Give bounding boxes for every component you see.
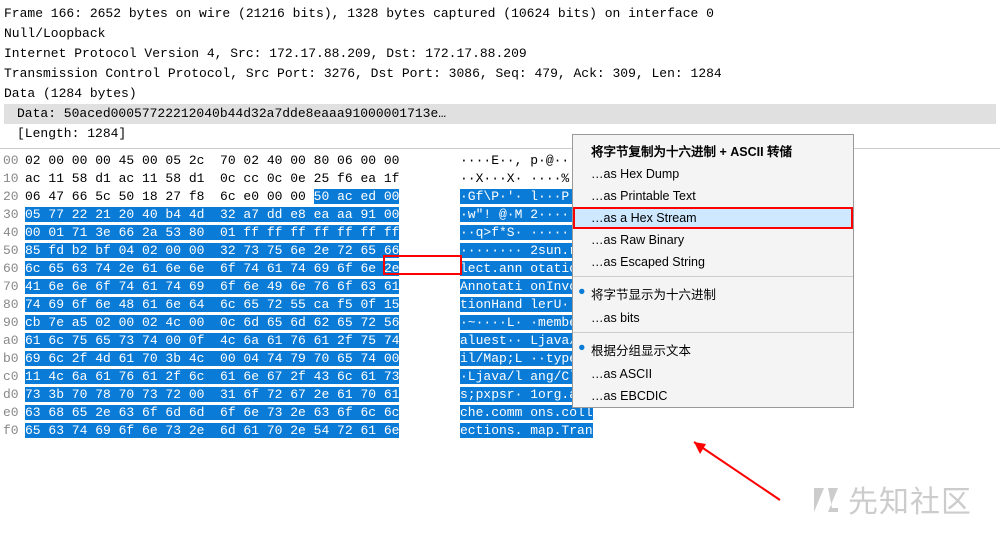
menu-hex-dump[interactable]: …as Hex Dump: [573, 163, 853, 185]
hex-offset: 40: [3, 224, 25, 242]
hex-offset: 10: [3, 170, 25, 188]
menu-section-show-hex[interactable]: ●将字节显示为十六进制: [573, 280, 853, 307]
hex-bytes: 69 6c 2f 4d 61 70 3b 4c 00 04 74 79 70 6…: [25, 350, 460, 368]
hex-ascii: ections. map.Tran: [460, 422, 593, 440]
menu-as-ascii[interactable]: …as ASCII: [573, 363, 853, 385]
hex-bytes: 00 01 71 3e 66 2a 53 80 01 ff ff ff ff f…: [25, 224, 460, 242]
hex-offset: 90: [3, 314, 25, 332]
hex-bytes: cb 7e a5 02 00 02 4c 00 0c 6d 65 6d 62 6…: [25, 314, 460, 332]
radio-bullet-icon: ●: [578, 284, 586, 298]
hex-offset: a0: [3, 332, 25, 350]
hex-bytes: 63 68 65 2e 63 6f 6d 6d 6f 6e 73 2e 63 6…: [25, 404, 460, 422]
hex-offset: d0: [3, 386, 25, 404]
menu-as-bits[interactable]: …as bits: [573, 307, 853, 329]
watermark-logo-icon: [810, 484, 842, 524]
hex-offset: c0: [3, 368, 25, 386]
watermark: 先知社区: [810, 477, 972, 524]
tree-tcp[interactable]: Transmission Control Protocol, Src Port:…: [4, 64, 996, 84]
radio-bullet-icon: ●: [578, 340, 586, 354]
hex-offset: 50: [3, 242, 25, 260]
hex-offset: 80: [3, 296, 25, 314]
hex-bytes: 06 47 66 5c 50 18 27 f8 6c e0 00 00 50 a…: [25, 188, 460, 206]
menu-escaped-string[interactable]: …as Escaped String: [573, 251, 853, 273]
hex-bytes: 41 6e 6e 6f 74 61 74 69 6f 6e 49 6e 76 6…: [25, 278, 460, 296]
tree-ip[interactable]: Internet Protocol Version 4, Src: 172.17…: [4, 44, 996, 64]
hex-offset: e0: [3, 404, 25, 422]
highlight-box-bytes: [383, 255, 462, 275]
hex-offset: f0: [3, 422, 25, 440]
tree-data-hex[interactable]: Data: 50aced00057722212040b44d32a7dde8ea…: [4, 104, 996, 124]
menu-hex-stream[interactable]: …as a Hex Stream: [573, 207, 853, 229]
packet-tree: Frame 166: 2652 bytes on wire (21216 bit…: [0, 0, 1000, 144]
hex-offset: 70: [3, 278, 25, 296]
menu-raw-binary[interactable]: …as Raw Binary: [573, 229, 853, 251]
hex-bytes: 05 77 22 21 20 40 b4 4d 32 a7 dd e8 ea a…: [25, 206, 460, 224]
hex-bytes: 61 6c 75 65 73 74 00 0f 4c 6a 61 76 61 2…: [25, 332, 460, 350]
tree-data[interactable]: Data (1284 bytes): [4, 84, 996, 104]
hex-offset: 00: [3, 152, 25, 170]
hex-offset: b0: [3, 350, 25, 368]
hex-bytes: ac 11 58 d1 ac 11 58 d1 0c cc 0c 0e 25 f…: [25, 170, 460, 188]
context-menu: 将字节复制为十六进制 + ASCII 转储 …as Hex Dump …as P…: [572, 134, 854, 408]
hex-offset: 20: [3, 188, 25, 206]
menu-separator: [573, 332, 853, 333]
hex-offset: 60: [3, 260, 25, 278]
hex-bytes: 65 63 74 69 6f 6e 73 2e 6d 61 70 2e 54 7…: [25, 422, 460, 440]
hex-bytes: 02 00 00 00 45 00 05 2c 70 02 40 00 80 0…: [25, 152, 460, 170]
menu-section-copy[interactable]: 将字节复制为十六进制 + ASCII 转储: [573, 135, 853, 163]
menu-printable-text[interactable]: …as Printable Text: [573, 185, 853, 207]
hex-bytes: 74 69 6f 6e 48 61 6e 64 6c 65 72 55 ca f…: [25, 296, 460, 314]
tree-null-loopback[interactable]: Null/Loopback: [4, 24, 996, 44]
menu-as-ebcdic[interactable]: …as EBCDIC: [573, 385, 853, 407]
hex-row[interactable]: f065 63 74 69 6f 6e 73 2e 6d 61 70 2e 54…: [3, 422, 1000, 440]
menu-section-show-text[interactable]: ●根据分组显示文本: [573, 336, 853, 363]
annotation-arrow: [680, 430, 790, 510]
hex-bytes: 73 3b 70 78 70 73 72 00 31 6f 72 67 2e 6…: [25, 386, 460, 404]
hex-bytes: 11 4c 6a 61 76 61 2f 6c 61 6e 67 2f 43 6…: [25, 368, 460, 386]
tree-frame[interactable]: Frame 166: 2652 bytes on wire (21216 bit…: [4, 4, 996, 24]
menu-separator: [573, 276, 853, 277]
hex-offset: 30: [3, 206, 25, 224]
